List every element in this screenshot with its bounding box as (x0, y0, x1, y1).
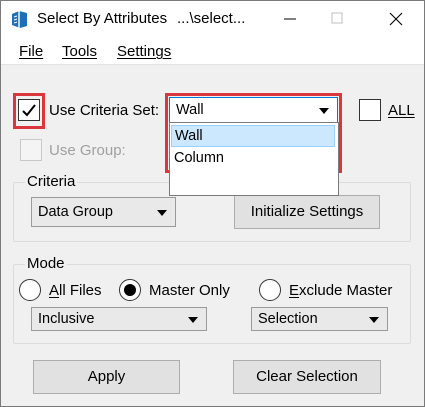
maximize-icon[interactable] (326, 9, 348, 29)
mode-group-label: Mode (25, 255, 67, 272)
criteria-set-value: Wall (176, 102, 204, 118)
checkmark-icon (22, 104, 36, 117)
all-files-label: All Files (49, 282, 102, 299)
criteria-group-label: Criteria (25, 173, 78, 190)
data-group-value: Data Group (38, 204, 113, 220)
master-only-label: Master Only (149, 282, 230, 299)
all-checkbox[interactable] (359, 99, 381, 121)
mode-action-select[interactable]: Selection (251, 307, 388, 331)
menu-bar: File Tools Settings (1, 37, 424, 65)
window-title: Select By Attributes (37, 10, 168, 27)
exclude-master-radio[interactable] (259, 279, 281, 301)
clear-selection-button[interactable]: Clear Selection (233, 360, 381, 394)
menu-tools[interactable]: Tools (62, 43, 97, 60)
dropdown-option-wall[interactable]: Wall (171, 125, 335, 147)
data-group-select[interactable]: Data Group (31, 197, 176, 227)
chevron-down-icon (157, 210, 167, 216)
mode-action-value: Selection (258, 311, 318, 327)
chevron-down-icon (369, 317, 379, 323)
use-criteria-set-checkbox[interactable] (18, 99, 40, 121)
app-icon (12, 11, 27, 28)
window-title-path: ...\select... (177, 10, 246, 27)
apply-button[interactable]: Apply (33, 360, 180, 394)
use-group-label: Use Group: (49, 142, 126, 159)
initialize-settings-button[interactable]: Initialize Settings (234, 195, 380, 229)
minimize-icon[interactable] (279, 9, 301, 29)
master-only-radio[interactable] (119, 279, 141, 301)
all-label: ALL (388, 102, 415, 119)
mode-group (13, 264, 411, 344)
mode-method-value: Inclusive (38, 311, 95, 327)
select-by-attributes-dialog: Select By Attributes ...\select... File … (0, 0, 425, 407)
all-files-radio[interactable] (19, 279, 41, 301)
menu-settings[interactable]: Settings (117, 43, 171, 60)
use-criteria-set-label: Use Criteria Set: (49, 102, 160, 119)
close-icon[interactable] (385, 9, 407, 29)
title-bar[interactable]: Select By Attributes ...\select... (1, 1, 424, 37)
use-group-checkbox[interactable] (20, 139, 42, 161)
criteria-set-select[interactable]: Wall (169, 97, 338, 123)
exclude-master-label: Exclude Master (289, 282, 393, 299)
menu-file[interactable]: File (19, 43, 43, 60)
chevron-down-icon (319, 108, 329, 114)
chevron-down-icon (188, 317, 198, 323)
dropdown-option-column[interactable]: Column (171, 148, 335, 170)
criteria-set-dropdown-list: Wall Column (169, 122, 339, 196)
mode-method-select[interactable]: Inclusive (31, 307, 207, 331)
